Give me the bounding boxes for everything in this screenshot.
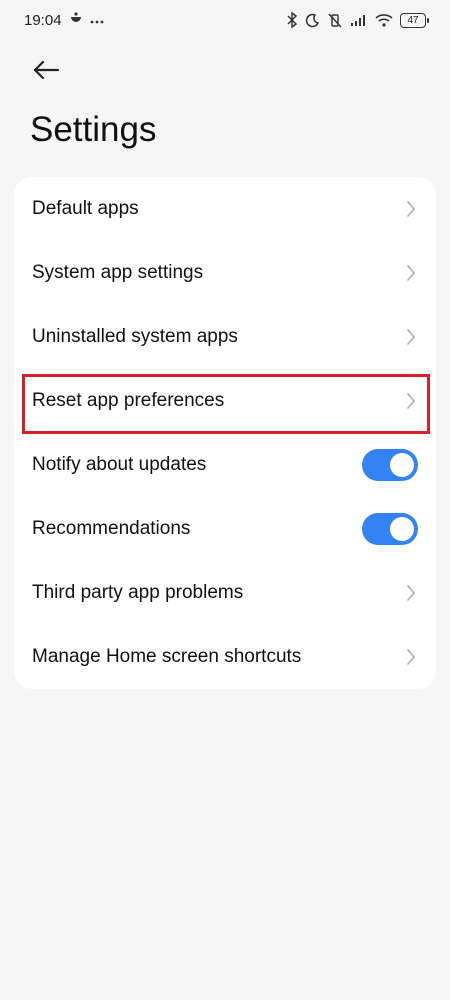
chevron-right-icon	[404, 584, 418, 602]
battery-indicator: 47	[400, 12, 429, 28]
settings-item-label: Uninstalled system apps	[32, 326, 238, 347]
settings-item-label: Notify about updates	[32, 454, 207, 475]
settings-item-third-party-app-problems[interactable]: Third party app problems	[14, 561, 436, 625]
settings-item-notify-about-updates: Notify about updates	[14, 433, 436, 497]
settings-item-label: Manage Home screen shortcuts	[32, 646, 302, 667]
status-bar-left: 19:04	[24, 11, 104, 29]
status-bar-right: 47	[286, 12, 429, 28]
settings-item-label: Default apps	[32, 198, 139, 219]
settings-item-label: Recommendations	[32, 518, 191, 539]
page-title: Settings	[30, 110, 157, 149]
do-not-disturb-moon-icon	[305, 13, 320, 28]
settings-item-label: System app settings	[32, 262, 204, 283]
status-bar: 19:04 47	[0, 0, 450, 40]
chevron-right-icon	[404, 328, 418, 346]
notification-app-icon	[69, 11, 83, 29]
settings-item-manage-home-screen-shortcuts[interactable]: Manage Home screen shortcuts	[14, 625, 436, 689]
signal-icon	[350, 14, 368, 27]
wifi-icon	[375, 13, 393, 27]
settings-item-default-apps[interactable]: Default apps	[14, 177, 436, 241]
more-dots-icon	[90, 12, 104, 29]
status-time: 19:04	[24, 11, 62, 29]
back-button[interactable]	[28, 56, 64, 88]
recommendations-toggle[interactable]	[362, 513, 418, 545]
chevron-right-icon	[404, 200, 418, 218]
chevron-right-icon	[404, 264, 418, 282]
bluetooth-icon	[286, 12, 298, 28]
chevron-right-icon	[404, 648, 418, 666]
vibrate-off-icon	[327, 13, 343, 28]
settings-item-recommendations: Recommendations	[14, 497, 436, 561]
toggle-knob	[390, 453, 414, 477]
battery-level: 47	[407, 14, 419, 26]
settings-item-uninstalled-system-apps[interactable]: Uninstalled system apps	[14, 305, 436, 369]
settings-item-label: Third party app problems	[32, 582, 244, 603]
highlight-annotation-box	[22, 374, 430, 434]
settings-item-system-app-settings[interactable]: System app settings	[14, 241, 436, 305]
toggle-knob	[390, 517, 414, 541]
notify-about-updates-toggle[interactable]	[362, 449, 418, 481]
back-arrow-icon	[32, 60, 60, 85]
